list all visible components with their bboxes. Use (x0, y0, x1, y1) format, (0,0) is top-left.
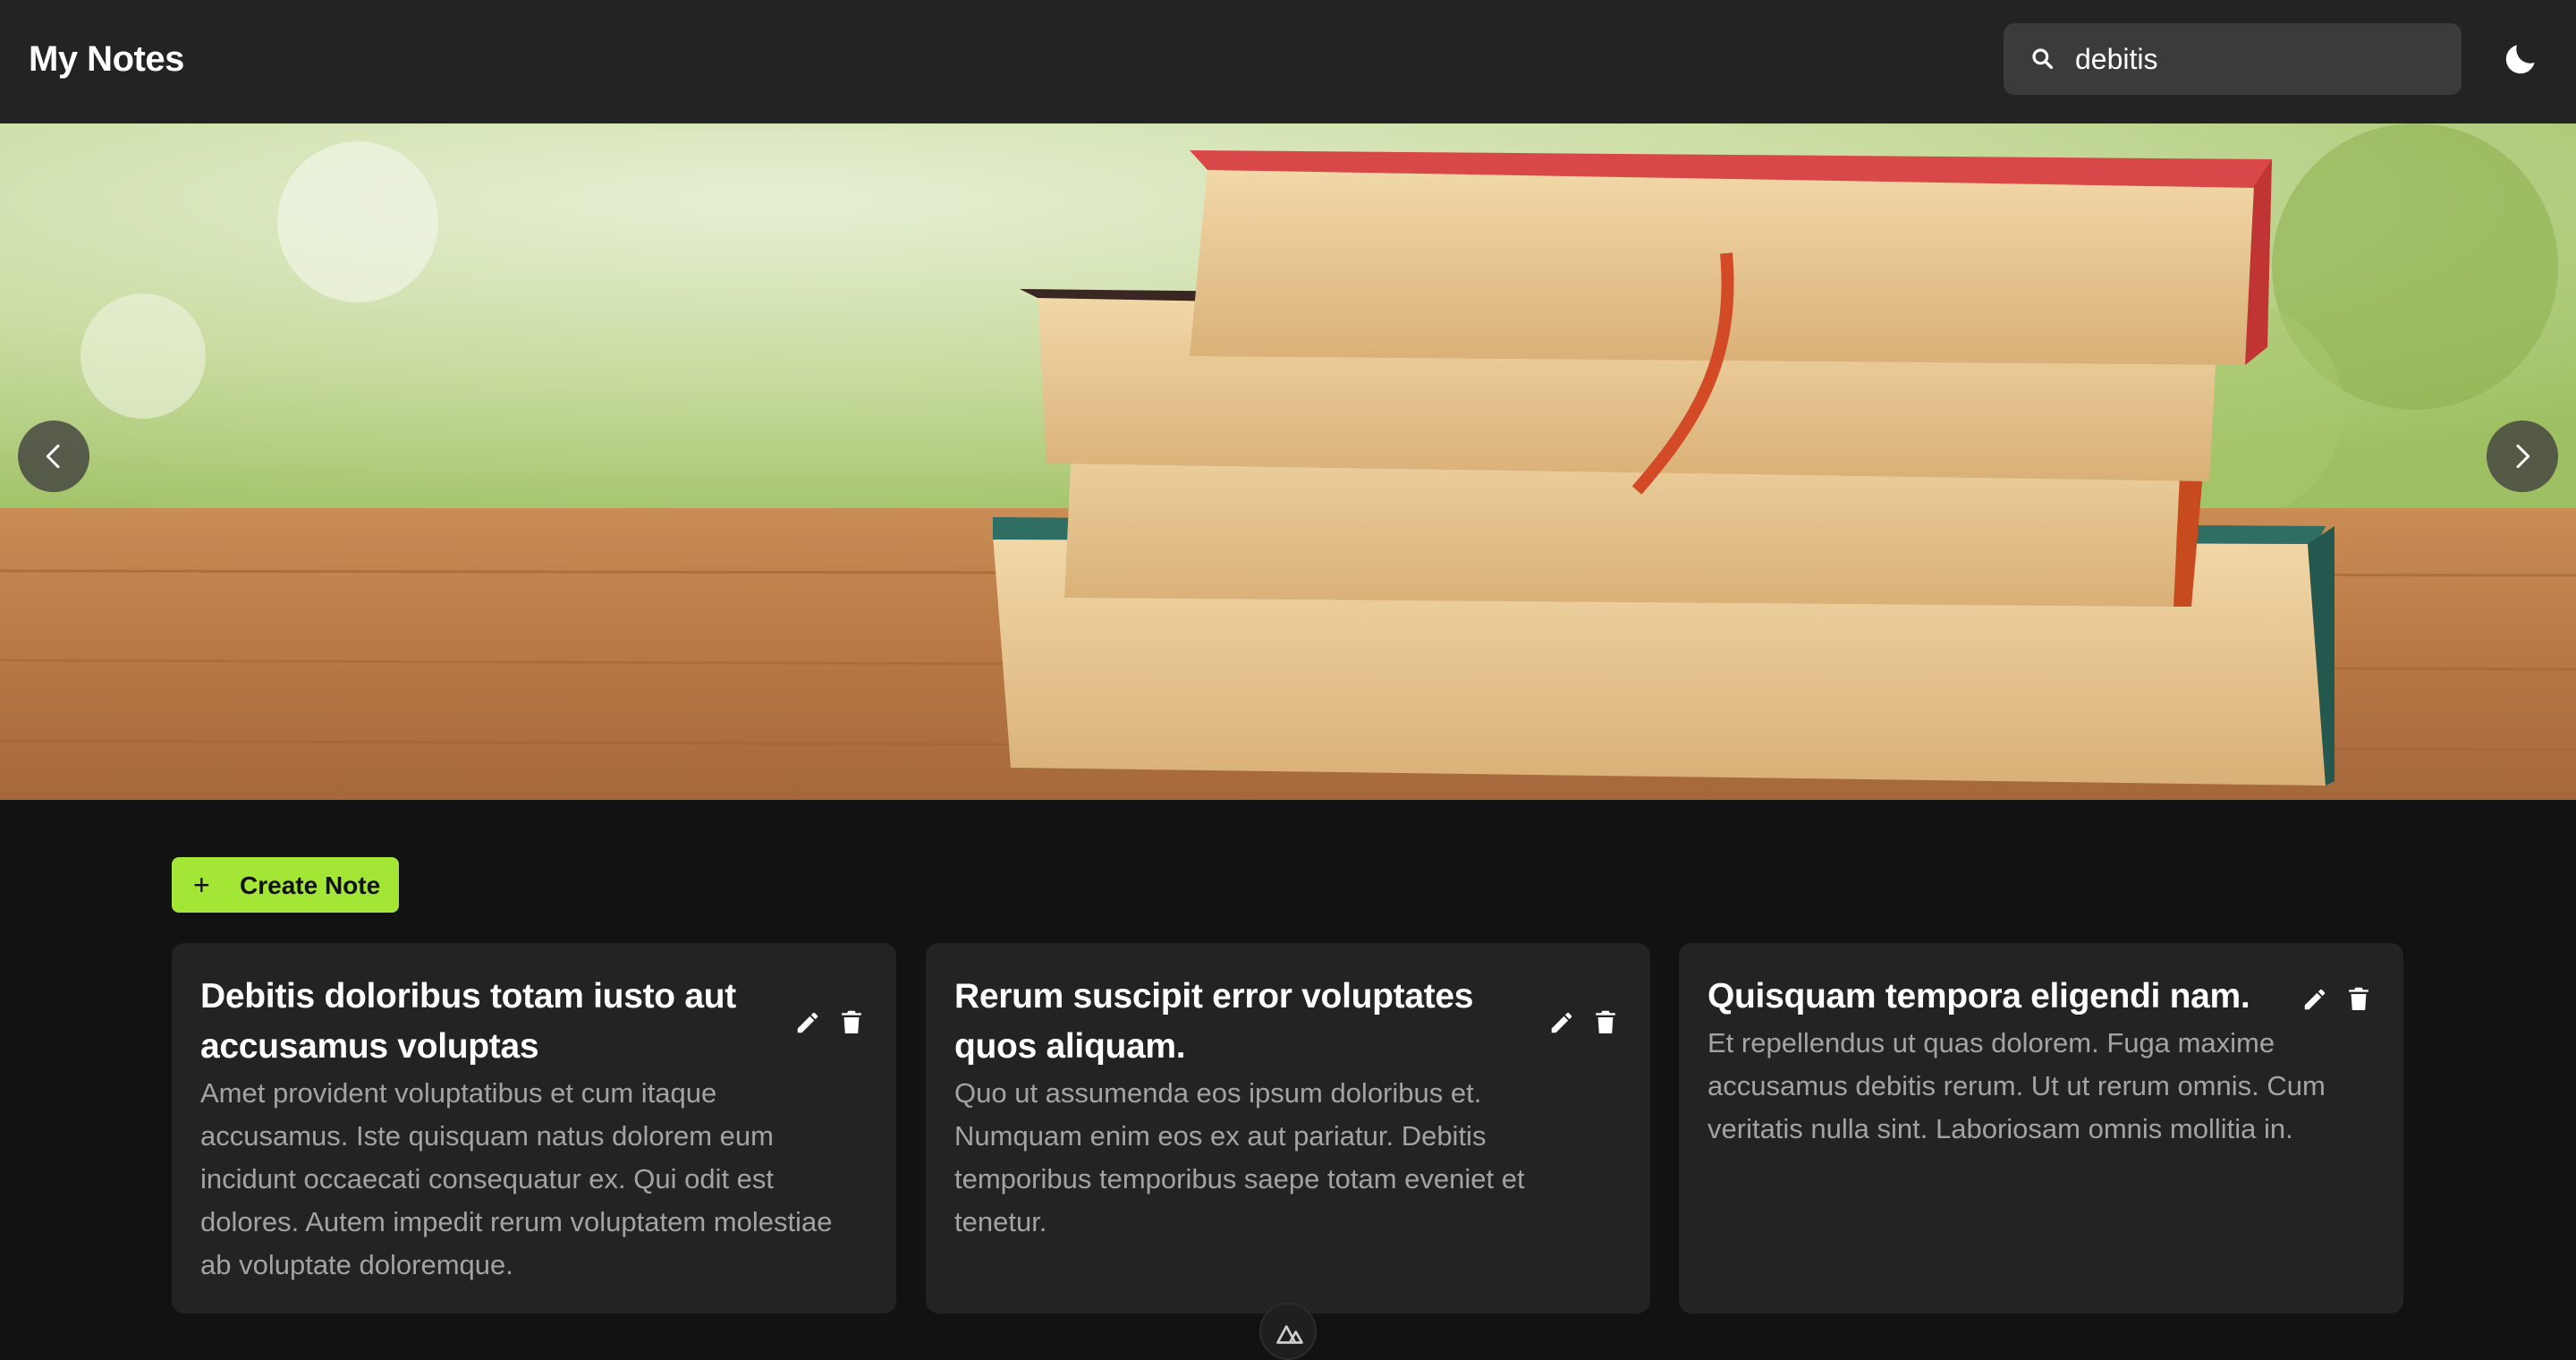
note-body: Et repellendus ut quas dolorem. Fuga max… (1707, 1027, 2326, 1144)
note-actions (1548, 1004, 1620, 1040)
app-title: My Notes (29, 39, 184, 79)
trash-icon[interactable] (1595, 1009, 1616, 1036)
chevron-left-icon (46, 444, 60, 469)
carousel-next-button[interactable] (2487, 421, 2558, 492)
nuxt-logo-icon (1276, 1325, 1303, 1344)
pencil-icon[interactable] (2301, 986, 2328, 1013)
pencil-icon[interactable] (1548, 1009, 1575, 1036)
create-note-button[interactable]: + Create Note (172, 857, 399, 913)
top-bar: My Notes (0, 0, 2576, 123)
note-card[interactable]: Rerum suscipit error voluptates quos ali… (926, 943, 1650, 1313)
note-actions (2301, 981, 2373, 1016)
note-card[interactable]: Debitis doloribus totam iusto aut accusa… (172, 943, 896, 1313)
search-box[interactable] (2004, 23, 2462, 95)
note-title: Rerum suscipit error voluptates quos ali… (954, 977, 1474, 1066)
chevron-right-icon (2516, 444, 2530, 469)
note-card[interactable]: Quisquam tempora eligendi nam. Et repell… (1679, 943, 2403, 1313)
notes-grid: Debitis doloribus totam iusto aut accusa… (172, 943, 2404, 1313)
carousel-prev-button[interactable] (18, 421, 89, 492)
note-title: Quisquam tempora eligendi nam. (1707, 977, 2250, 1016)
trash-icon[interactable] (841, 1009, 862, 1036)
note-body: Amet provident voluptatibus et cum itaqu… (200, 1077, 833, 1280)
moon-icon[interactable] (2501, 39, 2540, 79)
note-body: Quo ut assumenda eos ipsum doloribus et.… (954, 1077, 1525, 1237)
pencil-icon[interactable] (794, 1009, 821, 1036)
note-title: Debitis doloribus totam iusto aut accusa… (200, 977, 736, 1066)
hero-carousel (0, 123, 2576, 800)
plus-icon: + (193, 869, 210, 901)
search-input[interactable] (2075, 23, 2442, 95)
create-note-label: Create Note (240, 871, 381, 899)
books-photo (0, 123, 2576, 800)
search-icon (2032, 48, 2054, 70)
devtools-button[interactable] (1259, 1303, 1317, 1360)
note-actions (794, 1004, 866, 1040)
trash-icon[interactable] (2348, 986, 2369, 1013)
